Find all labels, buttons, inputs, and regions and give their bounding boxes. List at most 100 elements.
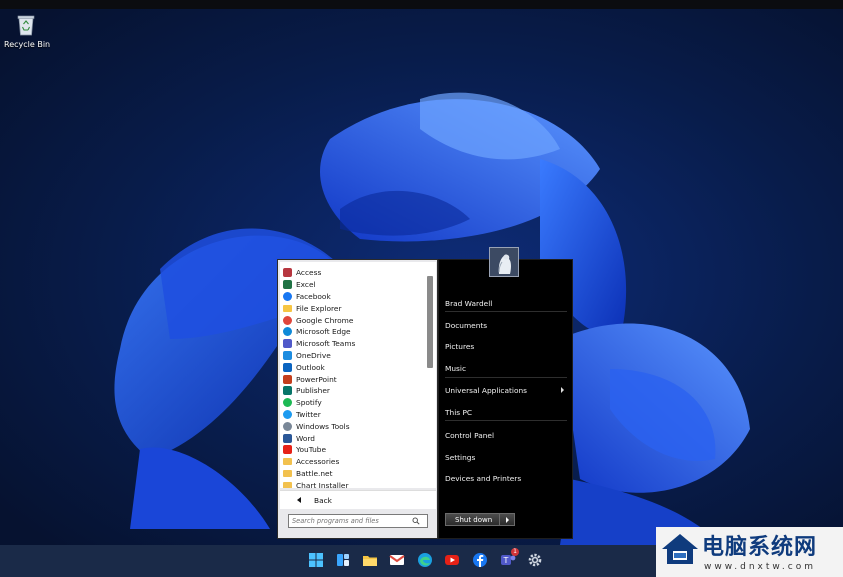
gear-icon: [283, 421, 292, 431]
places-item-label: This PC: [445, 407, 473, 417]
facebook-icon[interactable]: [471, 551, 489, 569]
excel-icon: [283, 280, 292, 290]
word-icon: [283, 433, 292, 443]
youtube-icon: [283, 445, 292, 455]
program-item[interactable]: Publisher: [283, 385, 423, 397]
back-arrow-icon: [297, 497, 301, 503]
program-label: Microsoft Teams: [296, 339, 356, 349]
program-item[interactable]: Facebook: [283, 291, 423, 303]
folder-icon: [283, 481, 292, 488]
program-label: Microsoft Edge: [296, 327, 351, 337]
gmail-icon[interactable]: [388, 551, 406, 569]
start-menu: Access Excel Facebook File Explorer Google C…: [277, 247, 573, 539]
program-item[interactable]: Excel: [283, 279, 423, 291]
program-label: Chart Installer: [296, 480, 349, 488]
program-item[interactable]: Accessories: [283, 456, 423, 468]
program-label: Access: [296, 268, 322, 278]
places-item-label: Documents: [445, 320, 488, 330]
program-label: Outlook: [296, 362, 325, 372]
program-label: Publisher: [296, 386, 330, 396]
avatar-image: [490, 248, 518, 276]
program-list-area: Access Excel Facebook File Explorer Google C…: [280, 262, 436, 488]
onedrive-icon: [283, 350, 292, 360]
program-label: Google Chrome: [296, 315, 354, 325]
youtube-icon[interactable]: [443, 551, 461, 569]
places-item-label: Pictures: [445, 341, 475, 351]
program-item[interactable]: Chart Installer: [283, 479, 423, 488]
program-item[interactable]: Windows Tools: [283, 420, 423, 432]
shutdown-label: Shut down: [455, 515, 493, 524]
places-item[interactable]: This PC: [445, 403, 567, 421]
places-item-label: Universal Applications: [445, 385, 528, 395]
places-item[interactable]: Devices and Printers: [445, 469, 567, 487]
places-item[interactable]: Documents: [445, 316, 567, 334]
watermark-title: 电脑系统网: [702, 535, 818, 560]
chevron-right-icon: [505, 516, 509, 523]
program-list-scrollbar[interactable]: [427, 276, 433, 368]
user-avatar[interactable]: [489, 247, 519, 277]
program-item[interactable]: OneDrive: [283, 350, 423, 362]
widgets-icon[interactable]: [334, 551, 352, 569]
spotify-icon: [283, 398, 292, 408]
program-label: OneDrive: [296, 350, 331, 360]
program-item[interactable]: File Explorer: [283, 302, 423, 314]
places-item[interactable]: Settings: [445, 448, 567, 466]
edge-icon[interactable]: [416, 551, 434, 569]
recycle-bin-label: Recycle Bin: [4, 40, 51, 49]
file-explorer-icon[interactable]: [361, 551, 379, 569]
shutdown-button[interactable]: Shut down: [445, 513, 515, 526]
places-item-label: Music: [445, 363, 467, 373]
shutdown-options-button[interactable]: [499, 514, 514, 525]
program-item[interactable]: Access: [283, 267, 423, 279]
program-label: Twitter: [296, 409, 321, 419]
recycle-bin-icon: [17, 15, 35, 36]
folder-icon: [283, 469, 292, 477]
program-item[interactable]: Microsoft Edge: [283, 326, 423, 338]
places-item-label: Settings: [445, 452, 476, 462]
places-separator: [445, 420, 567, 421]
program-item[interactable]: Spotify: [283, 397, 423, 409]
submenu-arrow-icon: [561, 387, 564, 393]
program-label: Accessories: [296, 457, 340, 467]
places-separator: [445, 311, 567, 312]
watermark: 电脑系统网 www.dnxtw.com: [656, 527, 843, 577]
program-item[interactable]: YouTube: [283, 444, 423, 456]
program-item[interactable]: Word: [283, 432, 423, 444]
places-item[interactable]: Music: [445, 359, 567, 377]
top-strip: [0, 0, 843, 9]
search-box[interactable]: [288, 514, 428, 528]
program-label: Excel: [296, 280, 316, 290]
recycle-bin[interactable]: Recycle Bin: [4, 14, 51, 49]
places-item[interactable]: Pictures: [445, 337, 567, 355]
settings-gear-icon[interactable]: [526, 551, 544, 569]
back-button[interactable]: Back: [280, 490, 436, 509]
program-label: Word: [296, 433, 315, 443]
chrome-icon: [283, 315, 292, 325]
program-item[interactable]: Google Chrome: [283, 314, 423, 326]
search-icon[interactable]: [412, 517, 420, 525]
places-item-label: Control Panel: [445, 430, 495, 440]
house-logo-icon: [662, 534, 698, 564]
places-item-label: Brad Wardell: [445, 298, 493, 308]
program-item[interactable]: Outlook: [283, 361, 423, 373]
places-separator: [445, 377, 567, 378]
places-item[interactable]: Brad Wardell: [445, 294, 567, 312]
program-item[interactable]: Twitter: [283, 409, 423, 421]
publisher-icon: [283, 386, 292, 396]
program-item[interactable]: PowerPoint: [283, 373, 423, 385]
outlook-icon: [283, 362, 292, 372]
svg-text:T: T: [503, 556, 509, 565]
program-item[interactable]: Microsoft Teams: [283, 338, 423, 350]
back-label: Back: [314, 495, 332, 505]
program-label: Windows Tools: [296, 421, 350, 431]
places-item[interactable]: Universal Applications: [445, 381, 567, 399]
program-item[interactable]: Battle.net: [283, 468, 423, 480]
program-label: Spotify: [296, 398, 322, 408]
folder-icon: [283, 458, 292, 466]
teams-icon[interactable]: T1: [499, 548, 519, 569]
program-label: Facebook: [296, 291, 331, 301]
search-input[interactable]: [292, 517, 410, 525]
twitter-icon: [283, 409, 292, 419]
places-item[interactable]: Control Panel: [445, 426, 567, 444]
windows-start-icon[interactable]: [307, 551, 325, 569]
